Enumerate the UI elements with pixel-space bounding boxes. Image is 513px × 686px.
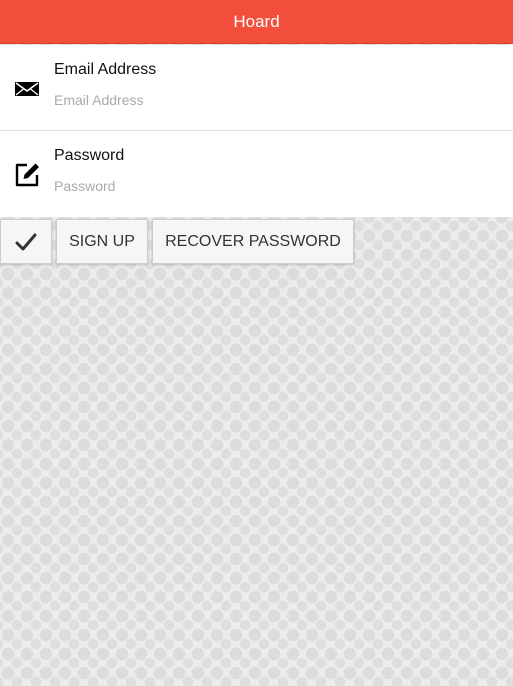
checkmark-icon: [15, 233, 37, 250]
password-field[interactable]: [54, 175, 494, 197]
envelope-icon: [15, 82, 39, 96]
app-header: Hoard: [0, 0, 513, 44]
submit-button[interactable]: [0, 219, 52, 264]
password-label: Password: [54, 147, 125, 164]
email-field[interactable]: [54, 89, 494, 111]
login-form: Email Address Password: [0, 45, 513, 217]
sign-up-button[interactable]: SIGN UP: [56, 219, 148, 264]
recover-password-button[interactable]: RECOVER PASSWORD: [152, 219, 354, 264]
email-row: Email Address: [0, 45, 513, 131]
password-row: Password: [0, 131, 513, 217]
edit-icon: [15, 163, 39, 187]
app-title: Hoard: [233, 11, 280, 31]
email-label: Email Address: [54, 61, 157, 78]
